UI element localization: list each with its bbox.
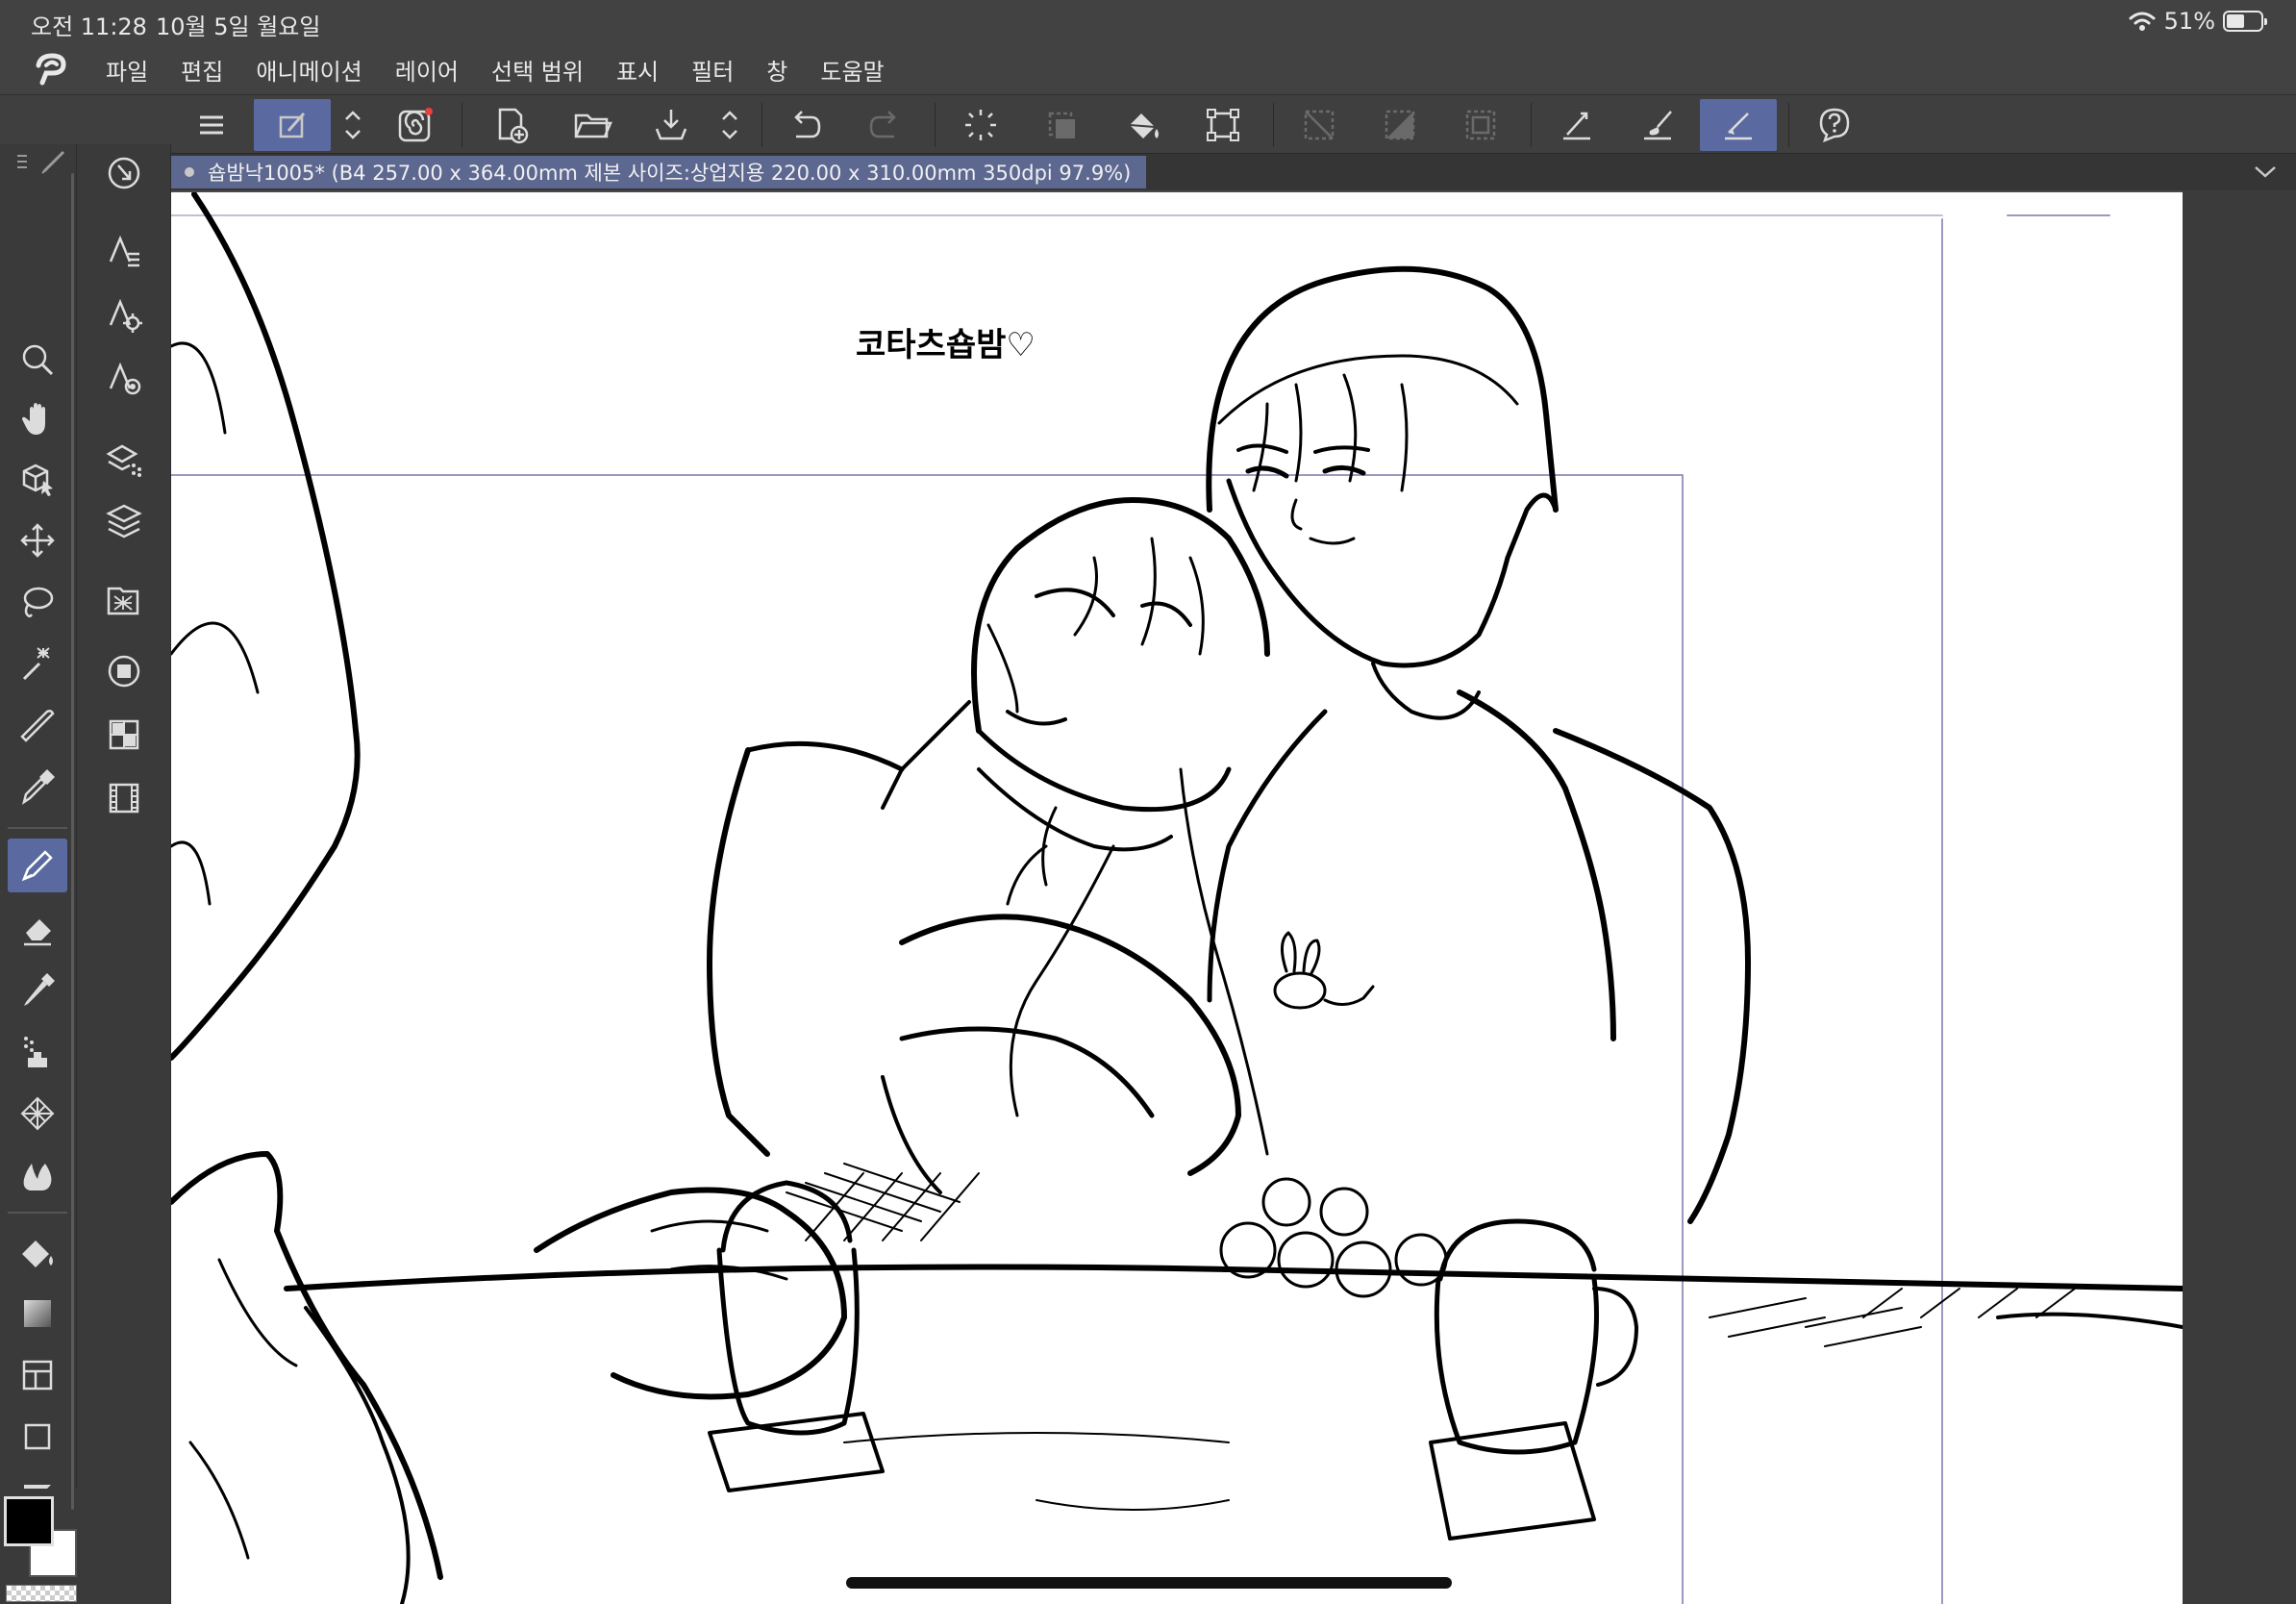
brush-icon[interactable] [1619,99,1696,151]
home-indicator[interactable] [846,1577,1452,1589]
magic-wand-icon[interactable] [8,637,67,690]
menu-filter[interactable]: 필터 [691,53,734,87]
figure-icon[interactable] [8,1410,67,1464]
canvas-area: 코타츠숍밤♡ [171,190,2296,1604]
menu-bar: 파일 편집 애니메이션 레이어 선택 범위 표시 필터 창 도움말 [0,44,2296,94]
fill-tool-icon[interactable] [8,1225,67,1279]
save-options-icon[interactable] [715,99,744,151]
menu-icon[interactable] [173,99,250,151]
pen-icon[interactable] [8,839,67,892]
sub-tool-panel [77,144,171,1604]
status-bar: 오전 11:28 10월 5일 월요일 51% [0,0,2296,44]
toolbar-divider [1273,103,1274,147]
status-time: 오전 11:28 [31,13,147,40]
timeline-icon[interactable] [94,771,154,825]
hand-icon[interactable] [8,392,67,446]
deselect-icon[interactable] [1023,99,1100,151]
document-tab[interactable]: 숍밤낙1005* (B4 257.00 x 364.00mm 제본 사이즈:상업… [171,156,1147,188]
menu-window[interactable]: 창 [766,53,787,87]
lasso-icon[interactable] [8,575,67,629]
help-icon[interactable] [1796,99,1873,151]
main-color-swatch[interactable] [4,1496,54,1546]
command-bar [0,94,2296,154]
eraser-icon[interactable] [8,902,67,956]
battery-percent: 51% [2163,8,2215,35]
chevron-down-icon[interactable] [2252,160,2279,183]
active-ruler-icon[interactable] [1700,99,1777,151]
layer-property-icon[interactable] [94,433,154,487]
document-tab-label: 숍밤낙1005* (B4 257.00 x 364.00mm 제본 사이즈:상업… [208,162,1132,185]
transform-icon[interactable] [1185,99,1261,151]
spiral-icon[interactable] [377,99,454,151]
3d-object-icon[interactable] [8,452,67,506]
tool-divider [8,827,67,829]
panel-menu-icon[interactable] [12,148,69,177]
menu-file[interactable]: 파일 [106,53,148,87]
material-icon[interactable] [94,573,154,627]
swap-icon[interactable] [338,99,367,151]
navigator-icon[interactable] [94,644,154,698]
eyedropper-icon[interactable] [8,760,67,814]
document-tab-bar: 숍밤낙1005* (B4 257.00 x 364.00mm 제본 사이즈:상업… [171,154,2296,190]
pattern-icon[interactable] [8,1087,67,1140]
sub-tool-refresh-icon[interactable] [94,146,154,200]
shade-icon[interactable] [1361,99,1438,151]
tool-panel-scrollbar[interactable] [71,173,74,1510]
crop-icon[interactable] [1281,99,1358,151]
canvas-right-panel [2183,190,2296,1604]
frame-border-icon[interactable] [8,1348,67,1402]
tool-panel [0,144,77,1604]
fill-icon[interactable] [1104,99,1181,151]
decoration-icon[interactable] [8,964,67,1017]
brush-settings-icon[interactable] [94,225,154,279]
brush-size-icon[interactable] [94,352,154,406]
airbrush-icon[interactable] [8,1025,67,1079]
app-logo-icon[interactable] [27,50,77,88]
select-all-icon[interactable] [942,99,1019,151]
pen-settings-icon[interactable] [254,99,331,151]
ruler-tool-icon[interactable] [8,698,67,752]
transparent-color-swatch[interactable] [6,1585,77,1602]
open-folder-icon[interactable] [554,99,631,151]
menu-view[interactable]: 표시 [616,53,659,87]
toolbar-divider [935,103,936,147]
menu-animation[interactable]: 애니메이션 [256,53,362,87]
unsaved-dot-icon [185,167,194,177]
tool-divider [8,1212,67,1214]
menu-help[interactable]: 도움말 [820,53,884,87]
zoom-icon[interactable] [8,333,67,387]
brush-settings-gear-icon[interactable] [94,288,154,342]
save-icon[interactable] [633,99,710,151]
status-date: 10월 5일 월요일 [156,13,321,40]
toolbar-divider [761,103,762,147]
toolbar-divider [1531,103,1532,147]
wifi-icon [2129,12,2156,31]
handwritten-title: 코타츠숍밤♡ [856,326,1036,364]
menu-selection[interactable]: 선택 범위 [491,53,584,87]
status-right: 51% [2128,8,2267,35]
move-icon[interactable] [8,514,67,567]
color-swatches [0,1489,77,1604]
blend-icon[interactable] [8,1148,67,1202]
sketch-drawing: 코타츠숍밤♡ [171,192,2183,1604]
menu-edit[interactable]: 편집 [181,53,223,87]
undo-icon[interactable] [767,99,844,151]
battery-icon [2223,11,2267,32]
ruler-pen-icon[interactable] [1538,99,1615,151]
toolbar-divider [1788,103,1789,147]
new-canvas-icon[interactable] [473,99,550,151]
drawing-canvas[interactable]: 코타츠숍밤♡ [171,192,2183,1604]
menu-layer[interactable]: 레이어 [395,53,459,87]
gradient-icon[interactable] [8,1287,67,1341]
color-set-icon[interactable] [94,708,154,762]
redo-icon[interactable] [846,99,923,151]
layers-icon[interactable] [94,494,154,548]
frame-icon[interactable] [1442,99,1519,151]
